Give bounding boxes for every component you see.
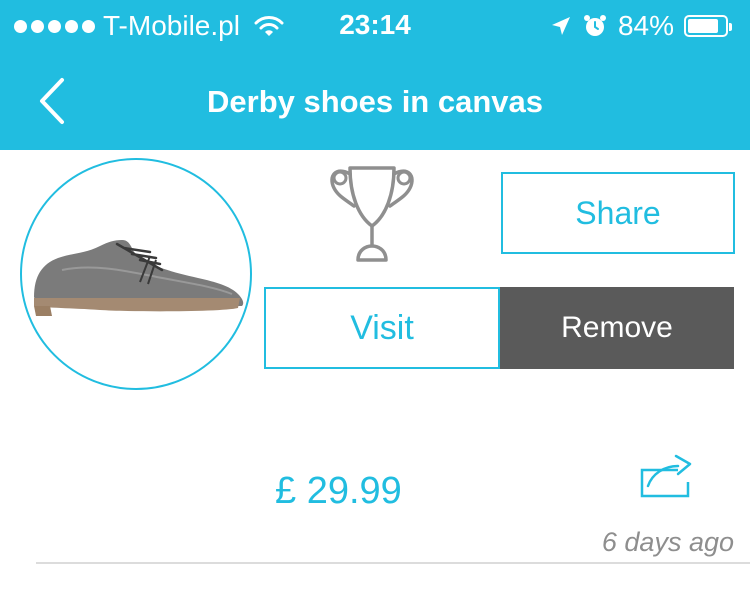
- battery-fill: [688, 19, 719, 33]
- remove-button[interactable]: Remove: [500, 287, 734, 369]
- alarm-icon: [583, 15, 606, 36]
- visit-button[interactable]: Visit: [264, 287, 500, 369]
- product-image: [20, 158, 252, 390]
- price: £ 29.99: [275, 470, 402, 512]
- location-arrow-icon: [551, 17, 570, 35]
- status-bar: T-Mobile.pl 23:14 84%: [0, 0, 750, 52]
- trophy-icon[interactable]: [326, 160, 418, 266]
- status-right: 84%: [550, 10, 732, 42]
- battery-tip: [729, 23, 732, 31]
- added-timestamp: 6 days ago: [601, 527, 734, 557]
- shoe-image: [34, 240, 244, 316]
- divider: [36, 562, 750, 564]
- share-icon[interactable]: [638, 452, 694, 498]
- page-title: Derby shoes in canvas: [207, 84, 543, 119]
- share-button[interactable]: Share: [501, 172, 735, 254]
- nav-bar: Derby shoes in canvas: [0, 52, 750, 150]
- battery-percent: 84%: [617, 10, 674, 41]
- battery-icon: [684, 15, 732, 37]
